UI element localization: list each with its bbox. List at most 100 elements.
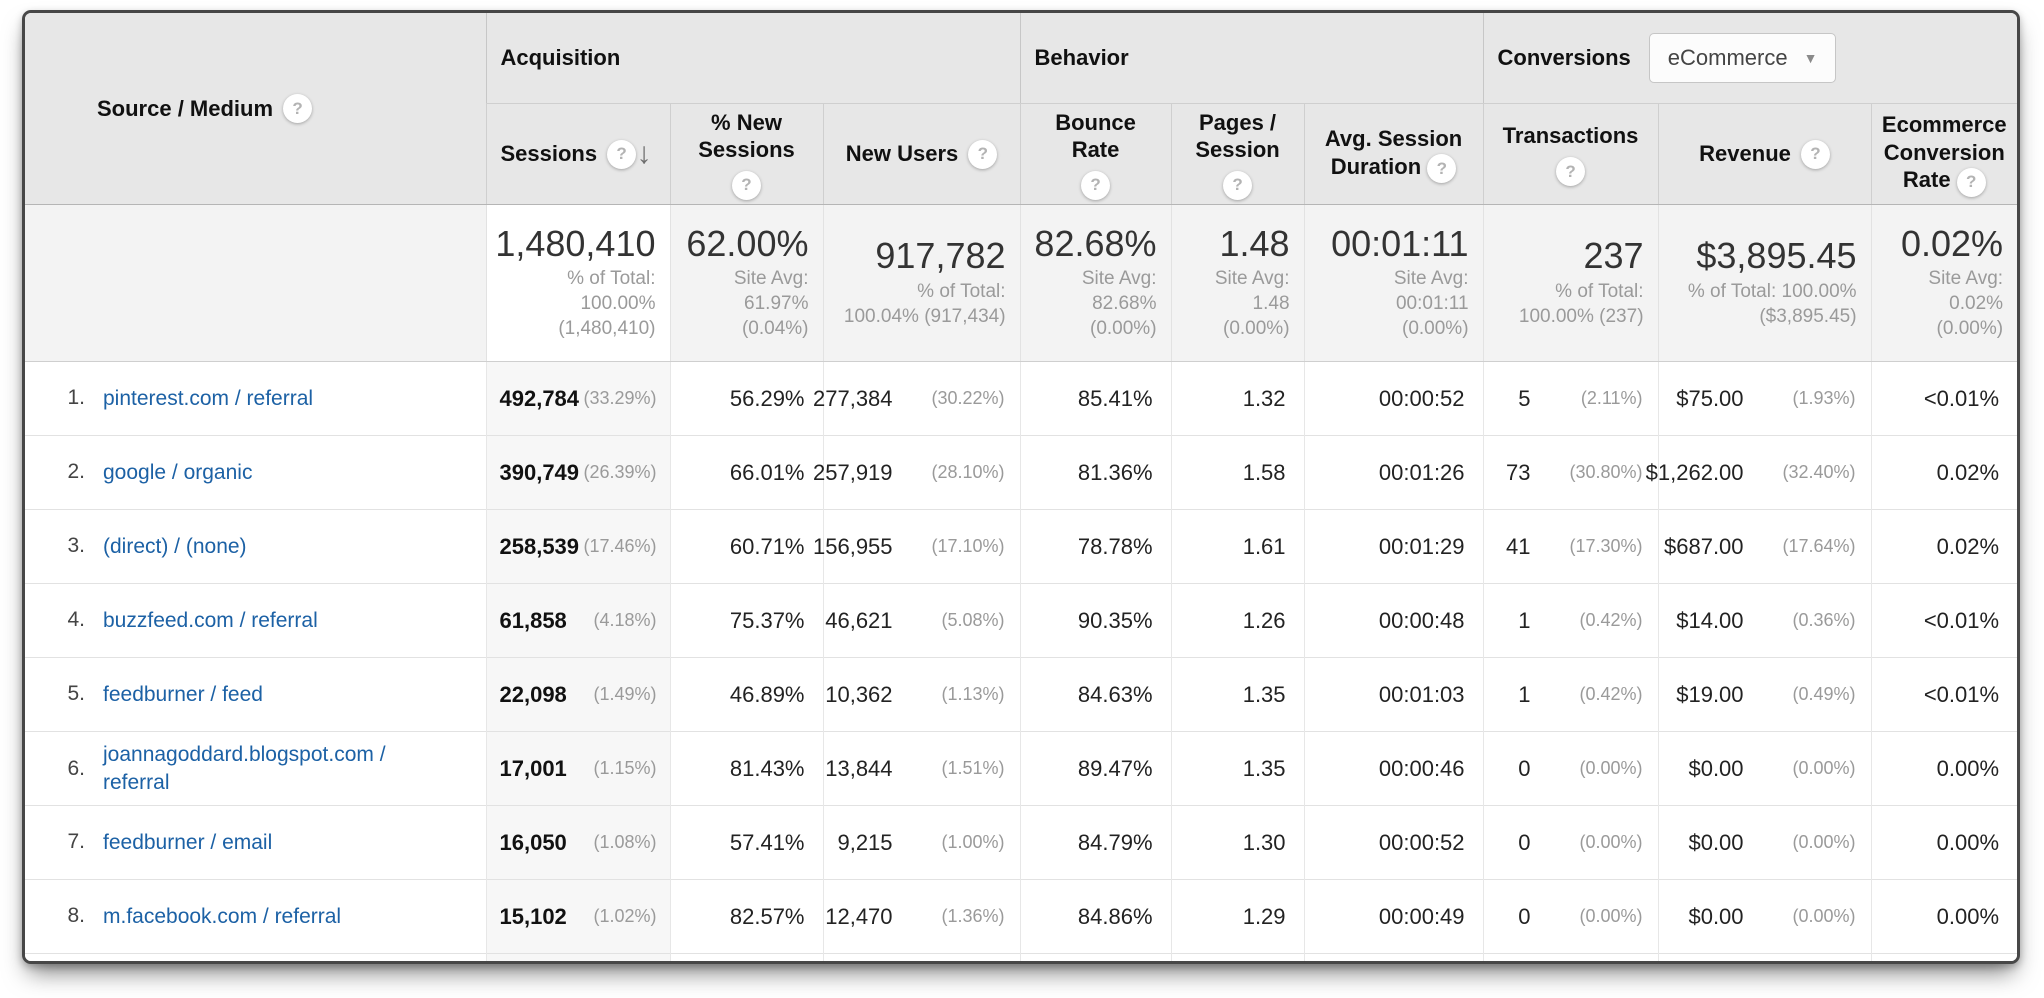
total-bounce-rate-subtext: Site Avg: 82.68% (0.00%) xyxy=(1029,266,1157,341)
pages-session-cell: 1.17 xyxy=(1171,954,1304,965)
sessions-cell: 16,050 (1.08%) xyxy=(486,806,670,880)
source-medium-link[interactable]: feedburner / email xyxy=(103,829,272,856)
help-icon[interactable]: ? xyxy=(1556,157,1585,186)
column-header-revenue[interactable]: Revenue ? xyxy=(1658,104,1871,205)
help-icon[interactable]: ? xyxy=(1957,168,1986,197)
revenue-percent: (0.00%) xyxy=(1752,832,1856,853)
revenue-value: $1,262.00 xyxy=(1646,460,1744,486)
row-rank: 1. xyxy=(51,386,103,410)
avg-duration-cell: 00:01:29 xyxy=(1304,510,1483,584)
sessions-cell: 258,539 (17.46%) xyxy=(486,510,670,584)
sessions-percent: (1.08%) xyxy=(593,832,656,853)
row-rank: 3. xyxy=(51,534,103,558)
revenue-value: $0.00 xyxy=(1674,830,1744,856)
source-medium-link[interactable]: (direct) / (none) xyxy=(103,533,247,560)
help-icon[interactable]: ? xyxy=(968,140,997,169)
source-medium-link[interactable]: joannagoddard.blogspot.com / referral xyxy=(103,741,443,796)
source-medium-link[interactable]: buzzfeed.com / referral xyxy=(103,607,318,634)
new-users-percent: (1.00%) xyxy=(901,832,1005,853)
help-icon[interactable]: ? xyxy=(1081,171,1110,200)
total-avg-duration: 00:01:11 Site Avg: 00:01:11 (0.00%) xyxy=(1304,205,1483,362)
behavior-label: Behavior xyxy=(1035,45,1129,70)
column-header-source-medium[interactable]: Source / Medium ? xyxy=(25,13,486,205)
new-users-cell: 46,621 (5.08%) xyxy=(823,584,1020,658)
bounce-rate-header-label: Bounce Rate xyxy=(1029,109,1163,164)
avg-duration-cell: 00:01:03 xyxy=(1304,658,1483,732)
ecom-rate-header-label: Ecommerce Conversion Rate xyxy=(1882,112,2007,192)
new-sessions-cell: 57.41% xyxy=(670,806,823,880)
new-users-cell: 10,362 (1.13%) xyxy=(823,658,1020,732)
group-header-behavior: Behavior xyxy=(1020,13,1483,104)
chevron-down-icon: ▼ xyxy=(1804,51,1818,65)
revenue-cell: $0.00 (0.00%) xyxy=(1658,880,1871,954)
total-pages-session: 1.48 Site Avg: 1.48 (0.00%) xyxy=(1171,205,1304,362)
sort-descending-icon[interactable]: ↓ xyxy=(637,139,652,169)
row-rank: 7. xyxy=(51,830,103,854)
source-medium-link[interactable]: feedburner / feed xyxy=(103,681,263,708)
column-header-new-users[interactable]: New Users ? xyxy=(823,104,1020,205)
conversions-dropdown-value: eCommerce xyxy=(1668,45,1788,71)
table-row: 8. m.facebook.com / referral 15,102 (1.0… xyxy=(25,880,2017,954)
column-header-avg-duration[interactable]: Avg. Session Duration ? xyxy=(1304,104,1483,205)
transactions-value: 41 xyxy=(1499,534,1531,560)
pages-session-cell: 1.29 xyxy=(1171,880,1304,954)
revenue-value: $75.00 xyxy=(1674,386,1744,412)
total-revenue-subtext: % of Total: 100.00% ($3,895.45) xyxy=(1667,279,1857,329)
sessions-cell: 15,102 (1.02%) xyxy=(486,880,670,954)
column-header-pages-session[interactable]: Pages / Session ? xyxy=(1171,104,1304,205)
sessions-cell: 390,749 (26.39%) xyxy=(486,436,670,510)
source-cell: 4. buzzfeed.com / referral xyxy=(25,584,486,658)
ecom-rate-cell: 0.00% xyxy=(1871,954,2017,965)
source-medium-label: Source / Medium xyxy=(97,96,273,122)
pages-session-cell: 1.30 xyxy=(1171,806,1304,880)
new-users-value: 9,215 xyxy=(837,830,892,856)
transactions-value: 0 xyxy=(1499,830,1531,856)
column-header-bounce-rate[interactable]: Bounce Rate ? xyxy=(1020,104,1171,205)
ecom-rate-cell: 0.00% xyxy=(1871,806,2017,880)
transactions-cell: 0 (0.00%) xyxy=(1483,732,1658,806)
new-users-value: 46,621 xyxy=(825,608,892,634)
revenue-percent: (0.49%) xyxy=(1752,684,1856,705)
column-header-sessions[interactable]: Sessions ? ↓ xyxy=(486,104,670,205)
totals-dimension-cell xyxy=(25,205,486,362)
help-icon[interactable]: ? xyxy=(283,94,312,123)
total-sessions: 1,480,410 % of Total: 100.00% (1,480,410… xyxy=(486,205,670,362)
transactions-cell: 41 (17.30%) xyxy=(1483,510,1658,584)
new-sessions-cell: 56.29% xyxy=(670,362,823,436)
column-header-ecom-rate[interactable]: Ecommerce Conversion Rate ? xyxy=(1871,104,2017,205)
help-icon[interactable]: ? xyxy=(1223,171,1252,200)
sessions-percent: (4.18%) xyxy=(593,610,656,631)
new-sessions-cell: 46.89% xyxy=(670,658,823,732)
source-cell: 3. (direct) / (none) xyxy=(25,510,486,584)
transactions-percent: (0.00%) xyxy=(1539,832,1643,853)
total-avg-duration-subtext: Site Avg: 00:01:11 (0.00%) xyxy=(1313,266,1469,341)
help-icon[interactable]: ? xyxy=(1427,154,1456,183)
help-icon[interactable]: ? xyxy=(732,171,761,200)
transactions-cell: 5 (2.11%) xyxy=(1483,362,1658,436)
bounce-rate-cell: 84.79% xyxy=(1020,806,1171,880)
revenue-percent: (17.64%) xyxy=(1752,536,1856,557)
table-row: 9. familyfreshmeals.com / referral 11,62… xyxy=(25,954,2017,965)
source-medium-link[interactable]: pinterest.com / referral xyxy=(103,385,313,412)
totals-row: 1,480,410 % of Total: 100.00% (1,480,410… xyxy=(25,205,2017,362)
revenue-cell: $14.00 (0.36%) xyxy=(1658,584,1871,658)
avg-duration-cell: 00:01:26 xyxy=(1304,436,1483,510)
total-revenue-value: $3,895.45 xyxy=(1667,235,1857,276)
ecom-rate-cell: <0.01% xyxy=(1871,584,2017,658)
source-medium-link[interactable]: m.facebook.com / referral xyxy=(103,903,341,930)
new-users-value: 156,955 xyxy=(813,534,893,560)
avg-duration-cell: 00:00:52 xyxy=(1304,362,1483,436)
source-medium-link[interactable]: google / organic xyxy=(103,459,252,486)
new-users-value: 257,919 xyxy=(813,460,893,486)
column-header-new-sessions[interactable]: % New Sessions ? xyxy=(670,104,823,205)
source-cell: 9. familyfreshmeals.com / referral xyxy=(25,954,486,965)
total-sessions-subtext: % of Total: 100.00% (1,480,410) xyxy=(495,266,656,341)
source-cell: 1. pinterest.com / referral xyxy=(25,362,486,436)
pages-session-cell: 1.32 xyxy=(1171,362,1304,436)
conversions-goal-dropdown[interactable]: eCommerce ▼ xyxy=(1649,33,1837,83)
avg-duration-cell: 00:00:49 xyxy=(1304,880,1483,954)
column-header-transactions[interactable]: Transactions ? xyxy=(1483,104,1658,205)
help-icon[interactable]: ? xyxy=(1801,140,1830,169)
group-header-row: Source / Medium ? Acquisition Behavior C… xyxy=(25,13,2017,104)
help-icon[interactable]: ? xyxy=(607,140,636,169)
